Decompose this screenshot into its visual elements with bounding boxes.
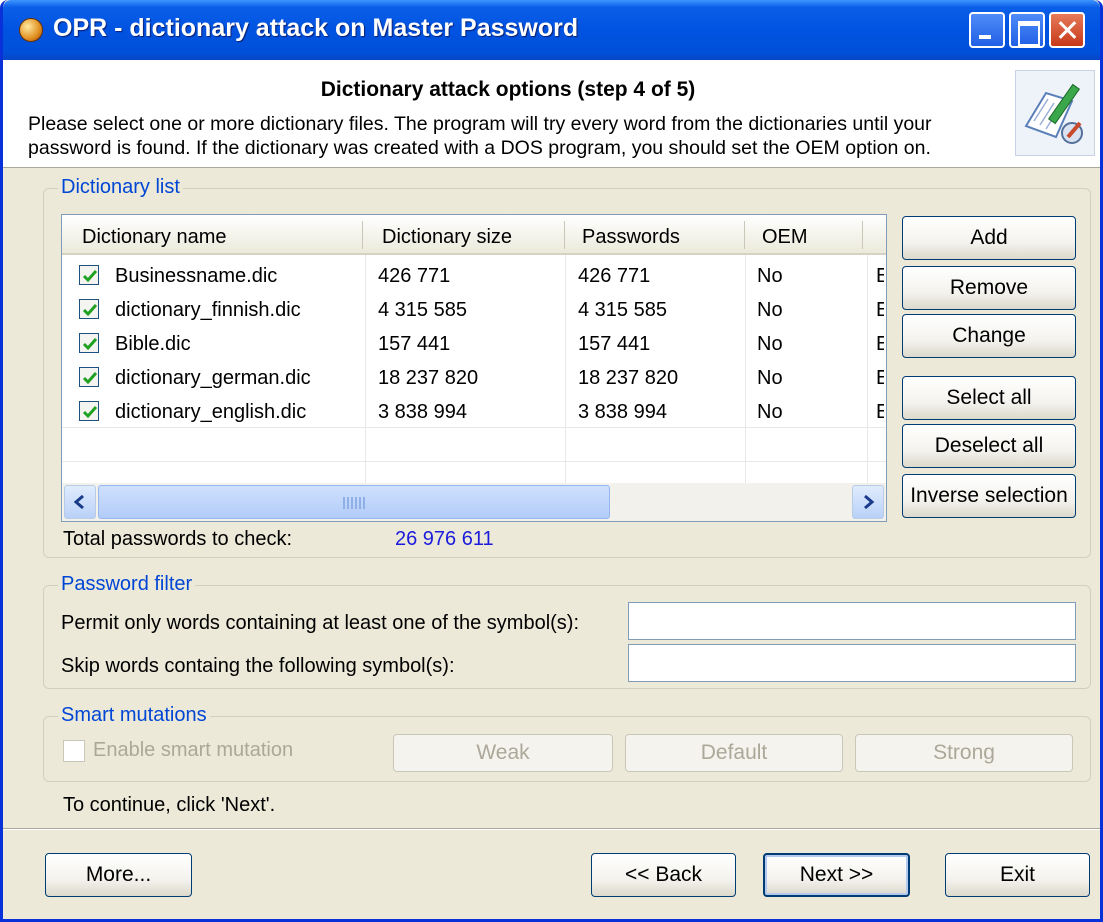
skip-symbols-input[interactable]	[628, 644, 1076, 682]
table-row[interactable]: Bible.dic 157 441 157 441 No E	[62, 327, 886, 361]
cell-size: 157 441	[378, 333, 451, 355]
cell-truncated: E	[876, 333, 884, 356]
app-icon[interactable]	[19, 18, 43, 42]
row-checkbox[interactable]	[79, 299, 99, 319]
cell-oem: No	[757, 401, 783, 423]
select-all-button[interactable]: Select all	[902, 376, 1076, 420]
wizard-graphic-icon	[1015, 70, 1095, 156]
cell-truncated: E	[876, 401, 884, 424]
group-label-dictionary-list: Dictionary list	[58, 176, 183, 199]
enable-smart-mutation-label: Enable smart mutation	[93, 739, 294, 761]
row-checkbox[interactable]	[79, 401, 99, 421]
inverse-selection-button[interactable]: Inverse selection	[902, 474, 1076, 518]
enable-smart-mutation-checkbox[interactable]	[63, 740, 85, 762]
table-row[interactable]: dictionary_english.dic 3 838 994 3 838 9…	[62, 395, 886, 429]
column-header-oem[interactable]: OEM	[762, 226, 808, 249]
row-checkbox[interactable]	[79, 265, 99, 285]
back-button[interactable]: << Back	[591, 853, 736, 897]
column-header-name[interactable]: Dictionary name	[82, 226, 227, 249]
next-button[interactable]: Next >>	[763, 853, 910, 897]
scrollbar-thumb[interactable]	[98, 485, 610, 519]
chevron-right-icon	[864, 494, 875, 510]
more-button[interactable]: More...	[45, 853, 192, 897]
total-passwords-label: Total passwords to check:	[63, 528, 292, 550]
cell-truncated: E	[876, 265, 884, 288]
cell-oem: No	[757, 299, 783, 321]
step-description: Please select one or more dictionary fil…	[28, 113, 932, 159]
column-header-size[interactable]: Dictionary size	[382, 226, 512, 249]
permit-symbols-label: Permit only words containing at least on…	[61, 612, 580, 634]
strong-button[interactable]: Strong	[855, 734, 1073, 772]
exit-button[interactable]: Exit	[945, 853, 1090, 897]
cell-truncated: E	[876, 299, 884, 322]
skip-symbols-label: Skip words containg the following symbol…	[61, 655, 455, 677]
row-checkbox[interactable]	[79, 333, 99, 353]
continue-hint: To continue, click 'Next'.	[63, 794, 276, 816]
dictionary-listview[interactable]: Dictionary name Dictionary size Password…	[61, 214, 887, 522]
wizard-header: Dictionary attack options (step 4 of 5) …	[3, 60, 1100, 168]
cell-passwords: 4 315 585	[578, 299, 667, 321]
footer-divider	[3, 828, 1100, 830]
title-bar[interactable]: OPR - dictionary attack on Master Passwo…	[3, 0, 1100, 60]
cell-passwords: 18 237 820	[578, 367, 679, 389]
close-button[interactable]	[1049, 12, 1085, 48]
cell-size: 4 315 585	[378, 299, 467, 321]
horizontal-scrollbar[interactable]	[62, 483, 886, 521]
table-row[interactable]: dictionary_german.dic 18 237 820 18 237 …	[62, 361, 886, 395]
remove-button[interactable]: Remove	[902, 266, 1076, 310]
total-passwords-value: 26 976 611	[395, 528, 494, 550]
group-label-password-filter: Password filter	[58, 573, 196, 596]
cell-oem: No	[757, 265, 783, 287]
column-header-passwords[interactable]: Passwords	[582, 226, 680, 249]
cell-oem: No	[757, 333, 783, 355]
cell-size: 426 771	[378, 265, 451, 287]
minimize-button[interactable]	[969, 12, 1005, 48]
cell-name: dictionary_finnish.dic	[115, 299, 301, 321]
listview-header: Dictionary name Dictionary size Password…	[62, 215, 886, 255]
cell-oem: No	[757, 367, 783, 389]
table-row[interactable]: Businessname.dic 426 771 426 771 No E	[62, 259, 886, 293]
scroll-left-button[interactable]	[64, 485, 96, 519]
maximize-button[interactable]	[1009, 12, 1045, 48]
scroll-right-button[interactable]	[852, 485, 884, 519]
default-button[interactable]: Default	[625, 734, 843, 772]
step-title: Dictionary attack options (step 4 of 5)	[320, 78, 696, 101]
chevron-left-icon	[73, 494, 84, 510]
cell-passwords: 157 441	[578, 333, 651, 355]
cell-truncated: E	[876, 367, 884, 390]
cell-passwords: 3 838 994	[578, 401, 667, 423]
cell-name: Businessname.dic	[115, 265, 278, 287]
cell-size: 18 237 820	[378, 367, 479, 389]
row-checkbox[interactable]	[79, 367, 99, 387]
group-label-smart-mutations: Smart mutations	[58, 704, 210, 727]
table-row[interactable]: dictionary_finnish.dic 4 315 585 4 315 5…	[62, 293, 886, 327]
cell-name: dictionary_english.dic	[115, 401, 307, 423]
permit-symbols-input[interactable]	[628, 602, 1076, 640]
cell-name: Bible.dic	[115, 333, 191, 355]
weak-button[interactable]: Weak	[393, 734, 613, 772]
cell-passwords: 426 771	[578, 265, 651, 287]
wizard-window: OPR - dictionary attack on Master Passwo…	[0, 0, 1103, 922]
cell-name: dictionary_german.dic	[115, 367, 311, 389]
change-button[interactable]: Change	[902, 314, 1076, 358]
deselect-all-button[interactable]: Deselect all	[902, 424, 1076, 468]
window-title: OPR - dictionary attack on Master Passwo…	[53, 14, 579, 42]
cell-size: 3 838 994	[378, 401, 467, 423]
add-button[interactable]: Add	[902, 216, 1076, 260]
